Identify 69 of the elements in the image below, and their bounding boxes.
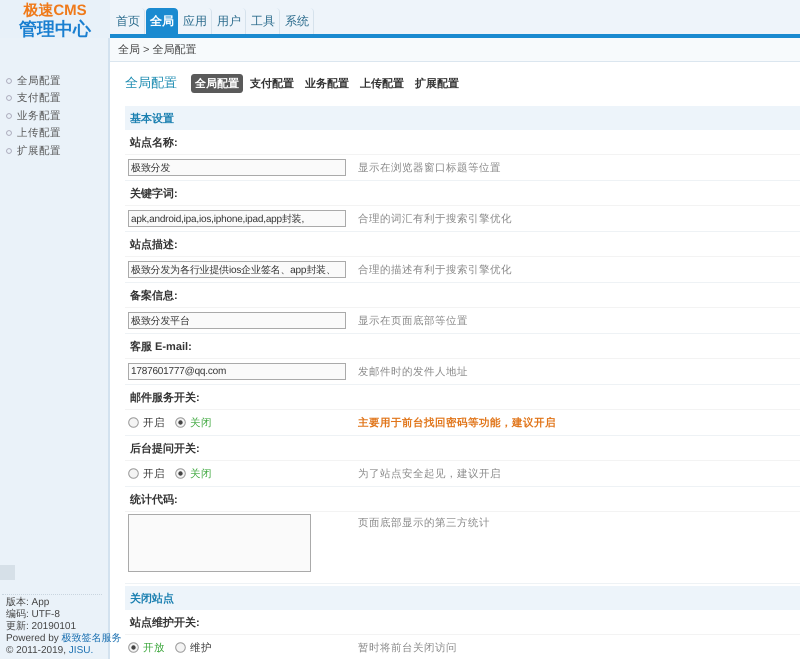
- field-hint: 为了站点安全起见，建议开启: [357, 466, 502, 480]
- nav-tab[interactable]: 系统: [281, 8, 314, 34]
- sub-tab[interactable]: 全局配置: [191, 74, 243, 92]
- text-field[interactable]: apk,android,ipa,ios,iphone,ipad,app封装,: [128, 210, 346, 227]
- field-hint: 合理的描述有利于搜索引擎优化: [357, 262, 513, 276]
- field-label: 站点维护开关:: [125, 610, 800, 635]
- sub-tab[interactable]: 业务配置: [301, 74, 353, 92]
- field-hint: 主要用于前台找回密码等功能，建议开启: [357, 416, 557, 430]
- field-hint: 页面底部显示的第三方统计: [357, 516, 491, 530]
- sidebar-item[interactable]: 扩展配置: [6, 142, 108, 160]
- radio-button[interactable]: [175, 642, 186, 653]
- nav-tab[interactable]: 首页: [112, 8, 145, 34]
- field-hint: 暂时将前台关闭访问: [357, 640, 458, 654]
- text-field[interactable]: 极致分发: [128, 159, 346, 176]
- sub-tab[interactable]: 扩展配置: [411, 74, 463, 92]
- textarea-field[interactable]: [128, 514, 311, 572]
- circle-icon: [6, 148, 12, 154]
- sidebar-item[interactable]: 业务配置: [6, 107, 108, 124]
- info-text: 更新: 20190101: [6, 621, 78, 632]
- logo-subtitle: 管理中心: [19, 20, 91, 38]
- sidebar-item[interactable]: 上传配置: [6, 124, 108, 142]
- field-hint: 显示在浏览器窗口标题等位置: [357, 160, 502, 174]
- radio-label: 开启: [143, 466, 165, 480]
- circle-icon: [6, 95, 12, 102]
- radio-button[interactable]: [175, 468, 186, 479]
- breadcrumb: 全局 > 全局配置: [110, 38, 800, 62]
- info-text: © 2011-2019, JISU.: [6, 645, 94, 657]
- radio-label: 关闭: [190, 416, 212, 430]
- radio-button[interactable]: [175, 417, 186, 428]
- nav-tab[interactable]: 工具: [247, 8, 280, 34]
- nav-tab[interactable]: 应用: [179, 8, 212, 34]
- text-field[interactable]: 极致分发为各行业提供ios企业签名、app封装、: [128, 261, 346, 278]
- radio-button[interactable]: [128, 468, 139, 479]
- logo-title: 极速CMS: [23, 2, 87, 18]
- radio-button[interactable]: [128, 417, 139, 428]
- circle-icon: [6, 78, 12, 84]
- field-hint: 显示在页面底部等位置: [357, 314, 469, 328]
- circle-icon: [6, 112, 12, 119]
- field-label: 关键字词:: [125, 181, 800, 206]
- info-text: 版本: App: [6, 597, 50, 608]
- radio-label: 维护: [190, 640, 212, 654]
- field-hint: 合理的词汇有利于搜索引擎优化: [357, 212, 513, 226]
- field-label: 备案信息:: [125, 283, 800, 308]
- footer-link[interactable]: 极致签名服务: [62, 633, 122, 644]
- sidebar-item[interactable]: 支付配置: [6, 90, 108, 107]
- footer-link[interactable]: JISU.: [68, 645, 94, 656]
- field-hint: 发邮件时的发件人地址: [357, 364, 469, 378]
- radio-label: 开放: [143, 640, 165, 654]
- radio-label: 开启: [143, 416, 165, 430]
- section-header: 基本设置: [125, 106, 800, 130]
- sub-tab[interactable]: 支付配置: [246, 74, 298, 92]
- field-label: 后台提问开关:: [125, 436, 800, 461]
- nav-tab[interactable]: 全局: [146, 8, 178, 34]
- text-field[interactable]: 1787601777@qq.com: [128, 363, 346, 380]
- nav-tab[interactable]: 用户: [213, 8, 246, 34]
- section-header: 关闭站点: [125, 586, 800, 610]
- field-label: 站点名称:: [125, 130, 800, 155]
- field-label: 邮件服务开关:: [125, 385, 800, 410]
- sidebar-item[interactable]: 全局配置: [6, 72, 108, 90]
- radio-label: 关闭: [190, 466, 212, 480]
- text-field[interactable]: 极致分发平台: [128, 312, 346, 329]
- info-text: 编码: UTF-8: [6, 609, 61, 620]
- sub-tab[interactable]: 上传配置: [356, 74, 408, 92]
- circle-icon: [6, 130, 12, 136]
- field-label: 统计代码:: [125, 487, 800, 512]
- radio-button[interactable]: [128, 642, 139, 653]
- field-label: 站点描述:: [125, 232, 800, 257]
- field-label: 客服 E-mail:: [125, 334, 800, 359]
- page-title: 全局配置: [125, 74, 177, 92]
